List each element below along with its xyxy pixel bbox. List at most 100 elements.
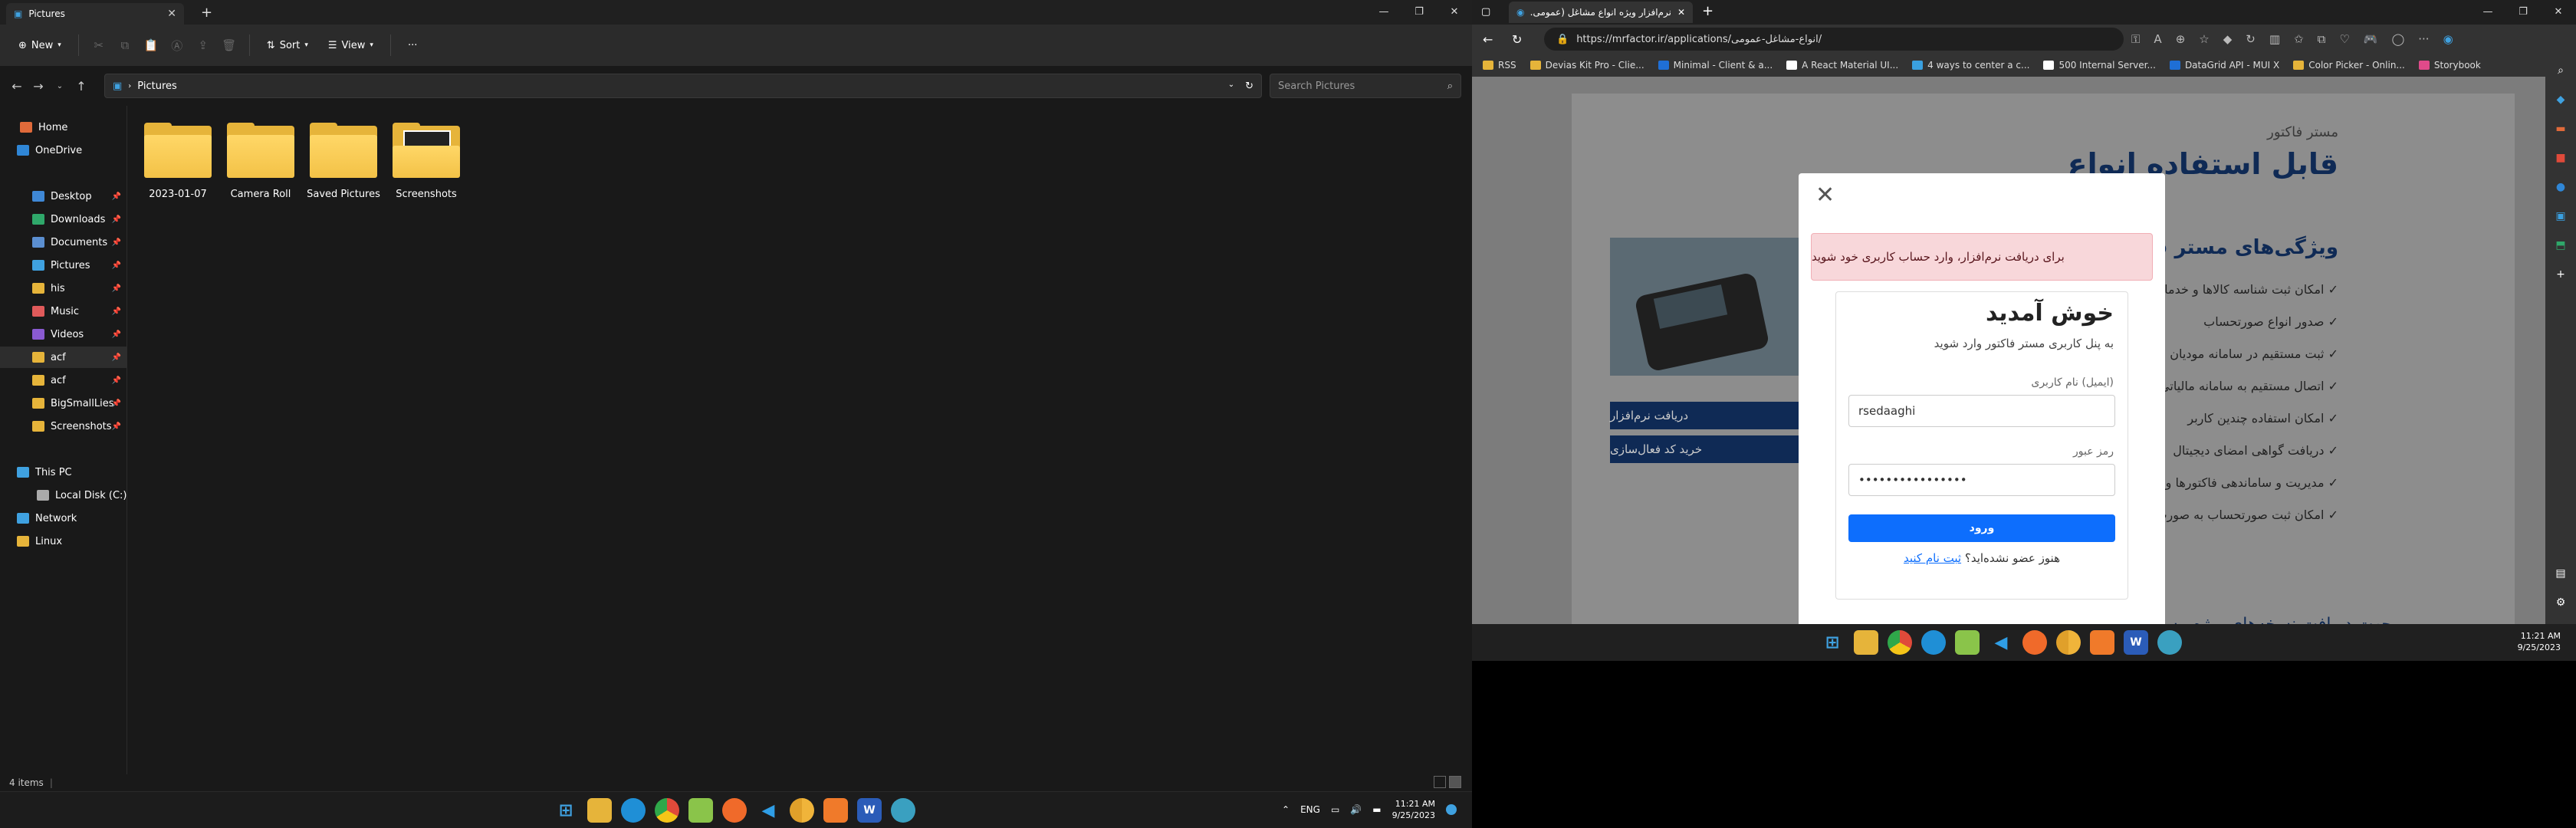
word-icon[interactable]: W xyxy=(2124,630,2148,655)
refresh-icon[interactable]: ↻ xyxy=(1512,32,1522,47)
edge-icon[interactable] xyxy=(1921,630,1946,655)
new-button[interactable]: ⊕ New ▾ xyxy=(11,35,69,56)
vscode-icon[interactable]: ◀ xyxy=(1989,630,2013,655)
firefox-icon[interactable] xyxy=(722,798,747,823)
more-options-button[interactable]: ··· xyxy=(400,35,425,56)
new-tab-button[interactable]: + xyxy=(1702,3,1714,19)
chevron-down-icon[interactable]: ⌄ xyxy=(1228,80,1234,92)
view-button[interactable]: ☰ View ▾ xyxy=(320,35,381,56)
search-input[interactable]: Search Pictures ⌕ xyxy=(1270,74,1461,98)
outlook-icon[interactable]: ● xyxy=(2556,181,2565,193)
read-aloud-icon[interactable]: A xyxy=(2154,32,2161,46)
back-arrow-icon[interactable]: ← xyxy=(1483,32,1493,47)
sidebar-item[interactable]: acf 📌 xyxy=(0,370,127,391)
bookmark-item[interactable]: A React Material UI... xyxy=(1786,60,1898,71)
breadcrumb[interactable]: Pictures xyxy=(137,80,176,92)
cut-icon[interactable]: ✂ xyxy=(88,34,110,56)
edge-icon[interactable] xyxy=(621,798,646,823)
details-view-icon[interactable] xyxy=(1434,776,1446,788)
modal-close-button[interactable]: ✕ xyxy=(1815,184,1835,207)
url-bar[interactable]: 🔒 https://mrfactor.ir/applications/انواع… xyxy=(1544,28,2124,51)
sidebar-item[interactable]: Music 📌 xyxy=(0,301,127,322)
maximize-icon[interactable]: ❐ xyxy=(1401,0,1437,23)
notepad-icon[interactable] xyxy=(688,798,713,823)
password-field[interactable]: •••••••••••••••• xyxy=(1848,464,2115,496)
folder-item[interactable]: Saved Pictures xyxy=(305,123,382,200)
chrome-icon[interactable] xyxy=(655,798,679,823)
recent-chevron-icon[interactable]: ⌄ xyxy=(49,82,71,90)
bookmark-item[interactable]: Devias Kit Pro - Clie... xyxy=(1530,60,1644,71)
maximize-icon[interactable]: ❐ xyxy=(2505,0,2541,23)
shopping-icon[interactable]: ◆ xyxy=(2557,94,2565,106)
firefox-icon[interactable] xyxy=(2022,630,2047,655)
wifi-icon[interactable]: ▭ xyxy=(1331,804,1339,815)
notepad-icon[interactable] xyxy=(1955,630,1980,655)
zoom-icon[interactable]: ⊕ xyxy=(2176,32,2186,46)
more-menu-icon[interactable]: ··· xyxy=(2418,32,2429,46)
word-icon[interactable]: W xyxy=(857,798,882,823)
split-screen-icon[interactable]: ▥ xyxy=(2269,32,2280,46)
folder-item[interactable]: Screenshots xyxy=(388,123,465,200)
bookmark-item[interactable]: Minimal - Client & a... xyxy=(1658,60,1773,71)
notification-icon[interactable] xyxy=(1446,804,1457,815)
favorites-icon[interactable]: ✩ xyxy=(2294,32,2304,46)
collections-icon[interactable]: ⧉ xyxy=(2318,32,2326,46)
settings-gear-icon[interactable]: ⚙ xyxy=(2556,596,2566,609)
login-button[interactable]: ورود xyxy=(1848,514,2115,542)
teams-icon[interactable]: ▣ xyxy=(2555,210,2565,222)
file-explorer-icon[interactable] xyxy=(1854,630,1878,655)
copy-icon[interactable]: ⧉ xyxy=(114,34,136,56)
rename-icon[interactable]: Ⓐ xyxy=(166,34,188,56)
sidebar-item[interactable]: Downloads 📌 xyxy=(0,209,127,230)
sidebar-item[interactable]: acf 📌 xyxy=(0,347,127,368)
profile-avatar[interactable]: ◯ xyxy=(2391,32,2404,46)
tab-actions-icon[interactable]: ▢ xyxy=(1481,6,1490,18)
sort-button[interactable]: ⇅ Sort ▾ xyxy=(259,35,316,56)
refresh-icon[interactable]: ↻ xyxy=(1245,80,1254,92)
battery-icon[interactable]: ▬ xyxy=(1372,804,1381,815)
drop-icon[interactable]: ⬒ xyxy=(2555,239,2565,251)
sidebar-item[interactable]: Local Disk (C:) xyxy=(0,485,127,506)
sidebar-layout-icon[interactable]: ▤ xyxy=(2555,567,2565,580)
close-tab-icon[interactable]: ✕ xyxy=(167,8,176,20)
username-field[interactable]: rsedaaghi xyxy=(1848,395,2115,427)
sidebar-item[interactable]: Linux xyxy=(0,531,127,552)
network-app-icon[interactable] xyxy=(891,798,915,823)
favorite-star-icon[interactable]: ☆ xyxy=(2199,32,2209,46)
search-icon[interactable]: ⌕ xyxy=(2558,64,2564,77)
browser-essentials-icon[interactable]: ♡ xyxy=(2339,32,2349,46)
forward-arrow-icon[interactable]: → xyxy=(28,79,49,94)
chevron-up-icon[interactable]: ⌃ xyxy=(1282,804,1290,815)
sidebar-item[interactable]: Videos 📌 xyxy=(0,324,127,345)
start-icon[interactable]: ⊞ xyxy=(554,798,578,823)
sidebar-item[interactable]: Documents 📌 xyxy=(0,232,127,253)
refresh-extension-icon[interactable]: ↻ xyxy=(2246,32,2256,46)
bookmark-item[interactable]: RSS xyxy=(1483,60,1516,71)
bookmark-item[interactable]: 4 ways to center a c... xyxy=(1912,60,2029,71)
start-icon[interactable]: ⊞ xyxy=(1820,630,1845,655)
minimize-icon[interactable]: — xyxy=(1366,0,1401,23)
back-arrow-icon[interactable]: ← xyxy=(6,79,28,94)
sidebar-item[interactable]: Desktop 📌 xyxy=(0,186,127,207)
sidebar-item[interactable]: OneDrive xyxy=(0,140,127,161)
key-icon[interactable]: ⚿ xyxy=(2131,32,2140,46)
games-icon[interactable]: 🎮 xyxy=(2364,32,2378,46)
sidebar-item[interactable]: Pictures 📌 xyxy=(0,255,127,276)
sidebar-item[interactable]: Network xyxy=(0,508,127,529)
sidebar-item[interactable]: BigSmallLies 📌 xyxy=(0,393,127,414)
office-icon[interactable]: ■ xyxy=(2555,152,2565,164)
network-app-icon[interactable] xyxy=(2157,630,2182,655)
up-arrow-icon[interactable]: ↑ xyxy=(71,79,92,94)
xampp-icon[interactable] xyxy=(2090,630,2114,655)
file-explorer-icon[interactable] xyxy=(587,798,612,823)
delete-icon[interactable]: 🗑 xyxy=(219,34,240,56)
copilot-icon[interactable]: ◉ xyxy=(2443,32,2453,46)
extension-icon[interactable]: ◆ xyxy=(2223,32,2233,46)
clock[interactable]: 11:21 AM 9/25/2023 xyxy=(1392,798,1435,821)
chrome-icon[interactable] xyxy=(1888,630,1912,655)
folder-item[interactable]: Camera Roll xyxy=(222,123,299,200)
share-icon[interactable]: ⇪ xyxy=(192,34,214,56)
register-link[interactable]: ثبت نام کنید xyxy=(1904,551,1961,565)
language-indicator[interactable]: ENG xyxy=(1300,804,1320,815)
xampp-icon[interactable] xyxy=(823,798,848,823)
